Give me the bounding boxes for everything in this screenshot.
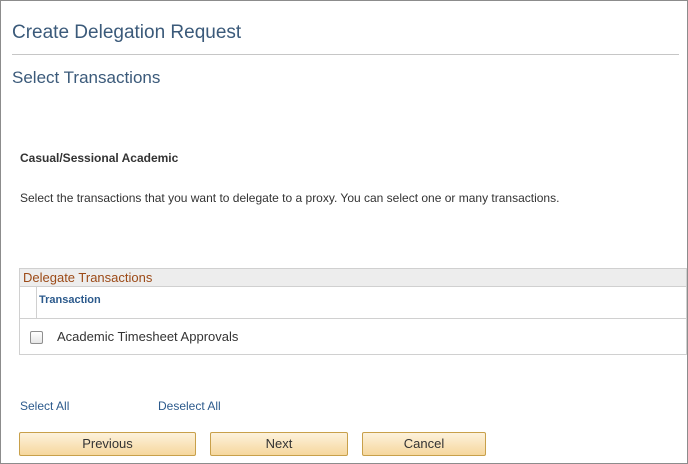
deselect-all-link[interactable]: Deselect All bbox=[158, 399, 221, 413]
delegate-transactions-grid: Delegate Transactions Transaction Academ… bbox=[19, 268, 687, 355]
grid-title-bar: Delegate Transactions bbox=[20, 269, 686, 287]
select-column-header bbox=[20, 287, 37, 318]
grid-header-row: Transaction bbox=[20, 287, 686, 319]
page-title: Create Delegation Request bbox=[12, 22, 242, 43]
page-frame: Create Delegation Request Select Transac… bbox=[0, 0, 688, 464]
transaction-checkbox[interactable] bbox=[30, 331, 43, 344]
grid-title: Delegate Transactions bbox=[23, 270, 153, 285]
transaction-label: Academic Timesheet Approvals bbox=[57, 329, 239, 344]
title-divider bbox=[12, 54, 679, 55]
section-title: Select Transactions bbox=[12, 68, 161, 87]
table-row: Academic Timesheet Approvals bbox=[20, 319, 686, 354]
column-header-transaction: Transaction bbox=[39, 294, 101, 306]
previous-button[interactable]: Previous bbox=[19, 432, 196, 456]
cancel-button[interactable]: Cancel bbox=[362, 432, 486, 456]
next-button[interactable]: Next bbox=[210, 432, 348, 456]
role-label: Casual/Sessional Academic bbox=[20, 151, 179, 165]
instructions-text: Select the transactions that you want to… bbox=[20, 191, 560, 205]
select-all-link[interactable]: Select All bbox=[20, 399, 69, 413]
